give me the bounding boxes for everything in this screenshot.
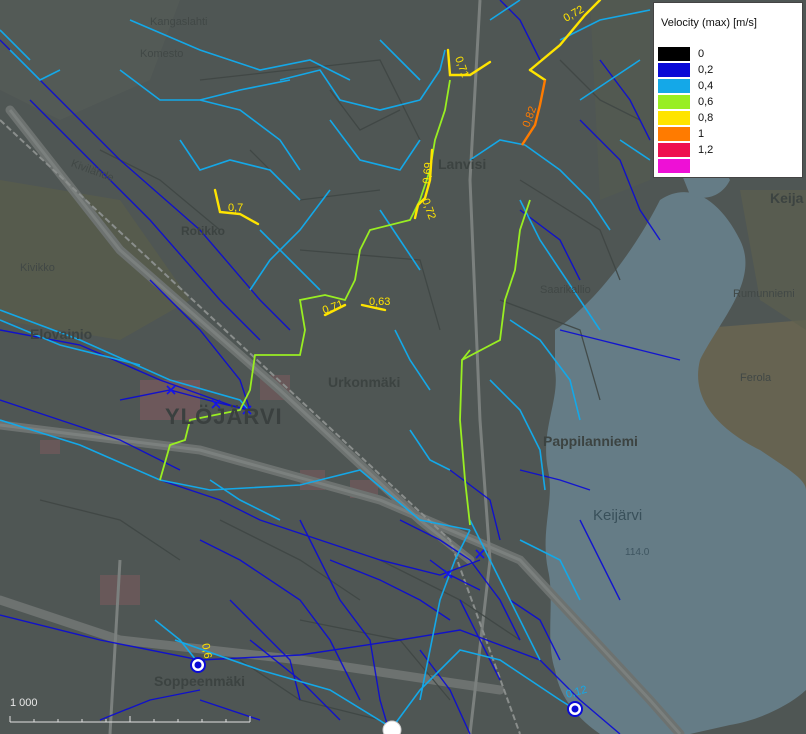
- place-keija: Keija: [770, 190, 804, 206]
- legend-swatch-0: [658, 47, 690, 61]
- place-ferola: Ferola: [740, 372, 772, 384]
- legend-swatch-2: [658, 79, 690, 93]
- place-ylojarvi: YLÖJÄRVI: [165, 404, 283, 429]
- node-marker-2: [567, 701, 583, 717]
- place-urkonmaki: Urkonmäki: [328, 374, 401, 390]
- legend-item-4: 0,8: [658, 111, 798, 127]
- velocity-map[interactable]: 0,71 0,72 0,82 0,69 0,72 0,7 0,71 0,63 0…: [0, 0, 806, 734]
- place-saarikallio: Saarikallio: [540, 284, 591, 296]
- velocity-label-8: 0,63: [369, 296, 390, 308]
- place-komesto: Komesto: [140, 48, 184, 60]
- velocity-label-4: 0,69: [421, 162, 435, 184]
- legend-item-7: [658, 159, 798, 175]
- place-keijarvi-level: 114.0: [625, 547, 650, 558]
- legend-label-3: 0,6: [698, 96, 714, 108]
- legend-title: Velocity (max) [m/s]: [661, 17, 757, 29]
- place-rotikko: Rotikko: [181, 224, 226, 238]
- legend-item-2: 0,4: [658, 79, 798, 95]
- legend-label-2: 0,4: [698, 80, 714, 92]
- node-marker-1: [190, 657, 206, 673]
- legend-item-5: 1: [658, 127, 798, 143]
- place-keijarvi: Keijärvi: [593, 507, 643, 524]
- legend-swatch-1: [658, 63, 690, 77]
- legend-label-6: 1,2: [698, 144, 714, 156]
- place-kangaslahti: Kangaslahti: [150, 16, 208, 28]
- legend-swatch-5: [658, 127, 690, 141]
- legend-swatch-4: [658, 111, 690, 125]
- legend-swatch-6: [658, 143, 690, 157]
- legend-label-4: 0,8: [698, 112, 714, 124]
- place-rumunniemi: Rumunniemi: [733, 288, 795, 300]
- velocity-legend: Velocity (max) [m/s] 0 0,2 0,4 0,6 0,8 1…: [653, 2, 803, 178]
- legend-label-0: 0: [698, 48, 705, 60]
- legend-item-1: 0,2: [658, 63, 798, 79]
- legend-item-3: 0,6: [658, 95, 798, 111]
- legend-label-1: 0,2: [698, 64, 714, 76]
- velocity-label-6: 0,7: [228, 202, 243, 214]
- scale-label: 1 000: [10, 697, 38, 709]
- place-soppeenmaki: Soppeenmäki: [154, 673, 246, 689]
- legend-swatch-3: [658, 95, 690, 109]
- legend-swatch-7: [658, 159, 690, 173]
- place-kivikko: Kivikko: [20, 262, 55, 274]
- legend-item-0: 0: [658, 47, 798, 63]
- place-pappilanniemi: Pappilanniemi: [543, 433, 638, 449]
- legend-label-5: 1: [698, 128, 705, 140]
- place-lanvisi: Lanvisi: [438, 156, 487, 172]
- legend-item-6: 1,2: [658, 143, 798, 159]
- node-marker-3: [382, 720, 402, 734]
- place-elovainio: Elovainio: [30, 326, 93, 342]
